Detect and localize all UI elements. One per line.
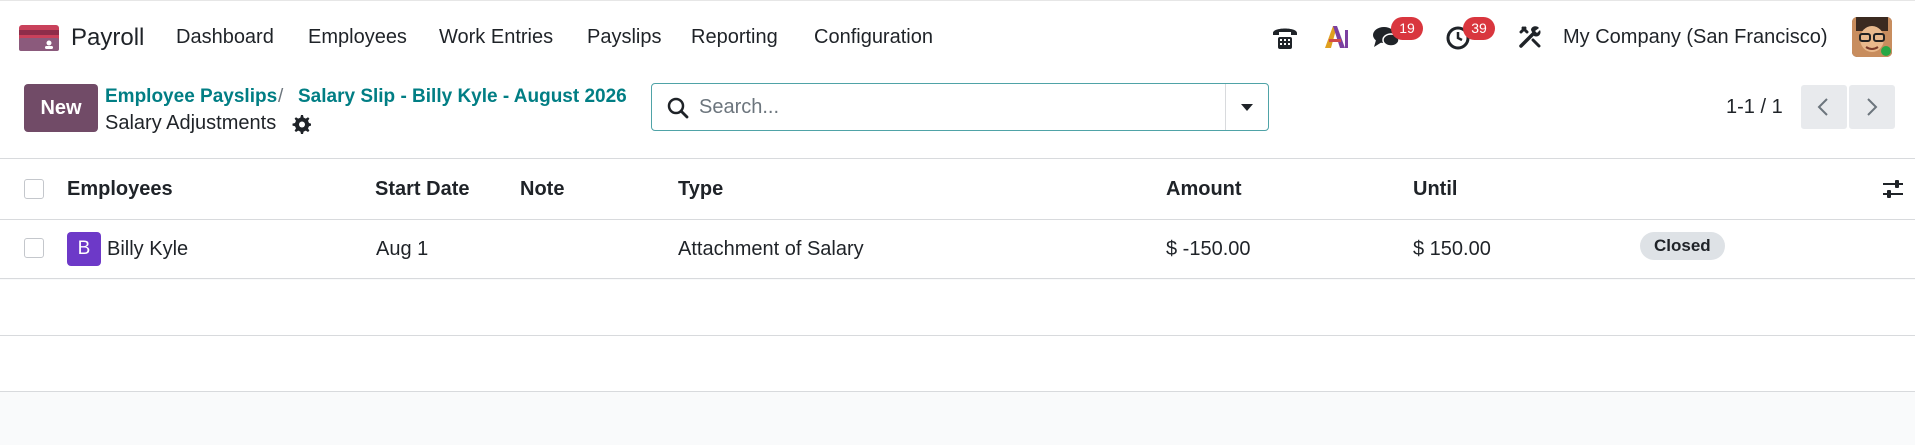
column-employees[interactable]: Employees — [67, 178, 173, 201]
menu-configuration[interactable]: Configuration — [814, 26, 933, 49]
search-bar[interactable] — [651, 83, 1269, 131]
employee-avatar: B — [67, 232, 101, 266]
menu-payslips[interactable]: Payslips — [587, 26, 661, 49]
cell-amount[interactable]: $ -150.00 — [1166, 238, 1251, 261]
chevron-right-icon — [1867, 98, 1878, 116]
caret-down-icon — [1241, 104, 1253, 111]
optional-columns-icon[interactable] — [1882, 179, 1904, 199]
menu-employees[interactable]: Employees — [308, 26, 407, 49]
breadcrumb-salary-slip[interactable]: Salary Slip - Billy Kyle - August 2026 — [298, 86, 627, 108]
table-header: Employees Start Date Note Type Amount Un… — [0, 159, 1915, 220]
cell-start-date[interactable]: Aug 1 — [376, 238, 428, 261]
row-checkbox[interactable] — [24, 238, 44, 258]
ai-icon[interactable] — [1321, 22, 1351, 52]
user-avatar[interactable] — [1852, 17, 1892, 57]
activities-badge: 39 — [1463, 17, 1495, 40]
select-all-checkbox[interactable] — [24, 179, 44, 199]
column-start-date[interactable]: Start Date — [375, 178, 469, 201]
chevron-left-icon — [1817, 98, 1828, 116]
tools-icon[interactable] — [1515, 22, 1545, 52]
column-type[interactable]: Type — [678, 178, 723, 201]
status-badge: Closed — [1640, 232, 1725, 260]
app-name[interactable]: Payroll — [71, 24, 144, 52]
breadcrumb-separator: / — [278, 86, 284, 107]
search-input[interactable] — [699, 92, 1199, 122]
page-title: Salary Adjustments — [105, 112, 277, 134]
search-options-toggle[interactable] — [1225, 84, 1268, 130]
breadcrumb-employee-payslips[interactable]: Employee Payslips — [105, 86, 277, 108]
cell-employee[interactable]: Billy Kyle — [107, 238, 188, 261]
top-navbar: Payroll Dashboard Employees Work Entries… — [0, 0, 1915, 74]
menu-reporting[interactable]: Reporting — [691, 26, 778, 49]
menu-dashboard[interactable]: Dashboard — [176, 26, 274, 49]
pager-previous-button[interactable] — [1801, 85, 1847, 129]
empty-table-row — [0, 280, 1915, 336]
column-note[interactable]: Note — [520, 178, 564, 201]
pager-next-button[interactable] — [1849, 85, 1895, 129]
payroll-app-icon[interactable] — [19, 25, 59, 51]
column-until[interactable]: Until — [1413, 178, 1457, 201]
search-icon — [667, 97, 689, 119]
control-panel: New Employee Payslips / Salary Slip - Bi… — [0, 74, 1915, 159]
company-switcher[interactable]: My Company (San Francisco) — [1563, 26, 1828, 49]
new-button[interactable]: New — [24, 84, 98, 132]
cell-type[interactable]: Attachment of Salary — [678, 238, 864, 261]
cell-until[interactable]: $ 150.00 — [1413, 238, 1491, 261]
table-row[interactable]: B Billy Kyle Aug 1 Attachment of Salary … — [0, 220, 1915, 279]
pager-value[interactable]: 1-1 / 1 — [1726, 96, 1783, 119]
phone-icon[interactable] — [1270, 22, 1300, 52]
gear-icon[interactable] — [291, 114, 311, 134]
menu-work-entries[interactable]: Work Entries — [439, 26, 553, 49]
messages-badge: 19 — [1391, 17, 1423, 40]
empty-table-row — [0, 336, 1915, 392]
column-amount[interactable]: Amount — [1166, 178, 1242, 201]
